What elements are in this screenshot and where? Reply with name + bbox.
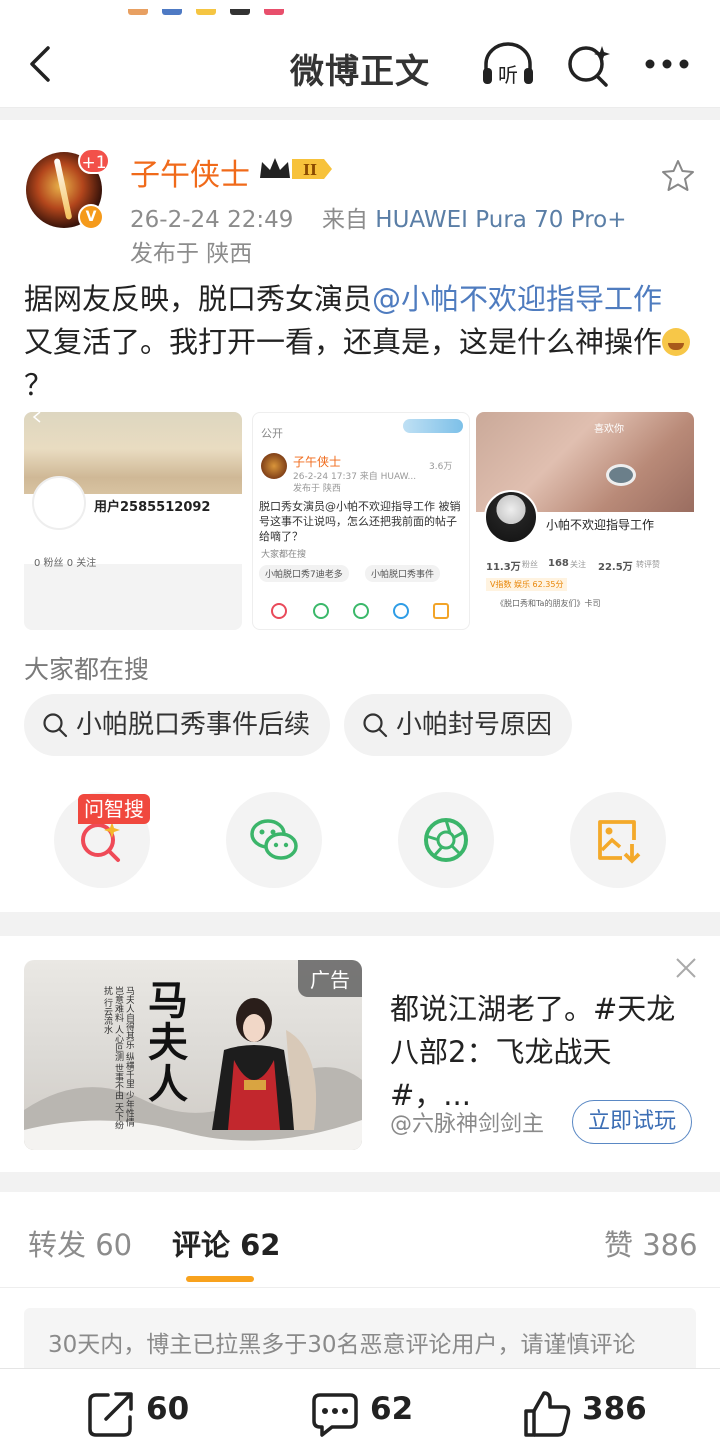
wenzhisou-tag: 问智搜 [78, 794, 150, 824]
source-prefix: 来自 [321, 207, 368, 233]
image-grid: 用户2585512092 0 粉丝 0 关注 公开 子午侠士 26-2-24 1… [24, 412, 694, 630]
wechat-icon [250, 819, 298, 860]
ad-image-verse: 马夫人自得其乐 纵横千里 少年性情 岂意难料 人心叵测 世事不由 天下纷扰 行云… [102, 986, 134, 1130]
ad-title[interactable]: 都说江湖老了。#天龙八部2：飞龙战天#，... [390, 988, 690, 1117]
tab-like[interactable]: 赞 386 [604, 1222, 698, 1264]
engagement-tabs: 转发 60 评论 62 赞 386 [0, 1192, 720, 1288]
post-text: 据网友反映，脱口秀女演员@小帕不欢迎指导工作 又复活了。我打开一看，还真是，这是… [24, 278, 700, 407]
img2-views: 3.6万 [429, 462, 453, 472]
moments-shutter-icon [424, 818, 468, 862]
img3-likes-label: 转评赞 [636, 560, 660, 569]
comment-icon [312, 1393, 358, 1437]
ad-source[interactable]: @六脉神剑剑主 [390, 1106, 544, 1138]
ad-try-button[interactable]: 立即试玩 [572, 1100, 692, 1144]
img1-username: 用户2585512092 [94, 500, 211, 515]
post-text-part1: 据网友反映，脱口秀女演员 [24, 282, 373, 316]
ad-image-title: 马夫人 [148, 977, 188, 1108]
username[interactable]: 子午侠士 [130, 150, 250, 194]
like-count: 386 [582, 1391, 647, 1427]
bottom-action-bar: 60 62 386 [0, 1368, 720, 1454]
thumbs-up-icon [524, 1391, 571, 1437]
ad-card[interactable]: 马夫人 马夫人自得其乐 纵横千里 少年性情 岂意难料 人心叵测 世事不由 天下纷… [0, 936, 720, 1172]
svg-text:II: II [303, 161, 317, 179]
notice-text: 30天内，博主已拉黑多于30名恶意评论用户，请谨慎评论 [48, 1332, 636, 1358]
search-pill-1[interactable]: 小帕脱口秀事件后续 [24, 694, 331, 756]
top-nav: 微博正文 听 [0, 0, 720, 108]
post-source[interactable]: HUAWEI Pura 70 Pro+ [375, 207, 626, 233]
close-icon[interactable] [674, 956, 698, 980]
more-icon[interactable] [644, 58, 690, 70]
search-icon [363, 713, 388, 738]
img3-fans-label: 粉丝 [522, 560, 538, 569]
verified-badge-icon: V [78, 204, 104, 230]
listen-icon[interactable]: 听 [480, 40, 536, 88]
img3-follow: 168 [548, 558, 569, 569]
page-title: 微博正文 [290, 52, 430, 92]
ad-tag: 广告 [298, 960, 362, 997]
tab-comment[interactable]: 评论 62 [172, 1222, 280, 1264]
img3-card: 《脱口秀和Ta的朋友们》卡司 [496, 599, 601, 608]
image-download-icon [598, 820, 641, 864]
img3-name: 小帕不欢迎指导工作 [546, 518, 655, 532]
page: 微博正文 听 +1 V 子午侠士 II 26-2-24 22:49 来自 HUA… [0, 0, 720, 1454]
img2-pill-2: 小帕脱口秀事件 [365, 565, 441, 582]
avatar-plus-badge: +1 [78, 148, 110, 174]
comment-button[interactable]: 62 [310, 1389, 413, 1439]
img2-public: 公开 [261, 427, 283, 440]
save-image-button[interactable] [570, 792, 666, 888]
img2-search-heading: 大家都在搜 [261, 550, 307, 560]
ai-search-icon[interactable] [566, 42, 612, 88]
img1-back-icon [32, 412, 41, 423]
img3-fans: 11.3万 [486, 562, 521, 573]
search-heading: 大家都在搜 [24, 655, 150, 684]
post-image-2[interactable]: 公开 子午侠士 26-2-24 17:37 来自 HUAW... 发布于 陕西 … [252, 412, 470, 630]
img2-pill-1: 小帕脱口秀7迪老多 [259, 565, 349, 582]
search-pill-2-label: 小帕封号原因 [396, 710, 553, 740]
search-icon [43, 713, 68, 738]
active-tab-underline [186, 1276, 254, 1282]
member-crown-icon: II [260, 158, 332, 179]
status-bar-fragment [128, 0, 298, 15]
img2-username: 子午侠士 [293, 455, 342, 469]
mention-link[interactable]: @小帕不欢迎指导工作 [372, 282, 662, 316]
search-pill-2[interactable]: 小帕封号原因 [344, 694, 573, 756]
repost-icon [88, 1392, 133, 1437]
search-pill-1-label: 小帕脱口秀事件后续 [76, 710, 311, 740]
post-text-part2: 又复活了。我打开一看，还真是，这是什么神操作 [24, 325, 663, 359]
tab-repost[interactable]: 转发 60 [28, 1222, 132, 1264]
repost-count: 60 [146, 1391, 190, 1427]
post-time: 26-2-24 22:49 [130, 207, 294, 233]
img3-vindex: V指数 娱乐 62.35分 [486, 578, 568, 591]
like-button[interactable]: 386 [522, 1389, 647, 1439]
post-meta: 26-2-24 22:49 来自 HUAWEI Pura 70 Pro+ [130, 200, 627, 234]
share-moments-button[interactable] [398, 792, 494, 888]
placeholder-avatar-icon [32, 476, 86, 530]
comment-count: 62 [370, 1391, 414, 1427]
post-text-end: ？ [24, 368, 54, 402]
post-location: 发布于 陕西 [130, 241, 253, 267]
repost-button[interactable]: 60 [86, 1389, 189, 1439]
img2-loc: 发布于 陕西 [293, 484, 341, 494]
favorite-star-icon[interactable] [660, 158, 696, 194]
img3-likes: 22.5万 [598, 562, 633, 573]
laugh-cry-emoji-icon [662, 328, 691, 356]
share-wechat-button[interactable] [226, 792, 322, 888]
img3-top: 喜欢你 [594, 424, 624, 435]
img2-text: 脱口秀女演员@小帕不欢迎指导工作 被销号这事不让说吗，怎么还把我前面的帖子给嘀了… [259, 500, 461, 543]
post-card: +1 V 子午侠士 II 26-2-24 22:49 来自 HUAWEI Pur… [0, 120, 720, 912]
post-image-1[interactable]: 用户2585512092 0 粉丝 0 关注 [24, 412, 242, 630]
img3-follow-label: 关注 [570, 560, 586, 569]
ad-image[interactable]: 马夫人 马夫人自得其乐 纵横千里 少年性情 岂意难料 人心叵测 世事不由 天下纷… [24, 960, 362, 1150]
post-image-3[interactable]: 喜欢你 小帕不欢迎指导工作 11.3万 粉丝 168 关注 22.5万 转评赞 … [476, 412, 694, 630]
svg-text:听: 听 [498, 63, 518, 87]
img1-stats: 0 粉丝 0 关注 [34, 558, 97, 569]
